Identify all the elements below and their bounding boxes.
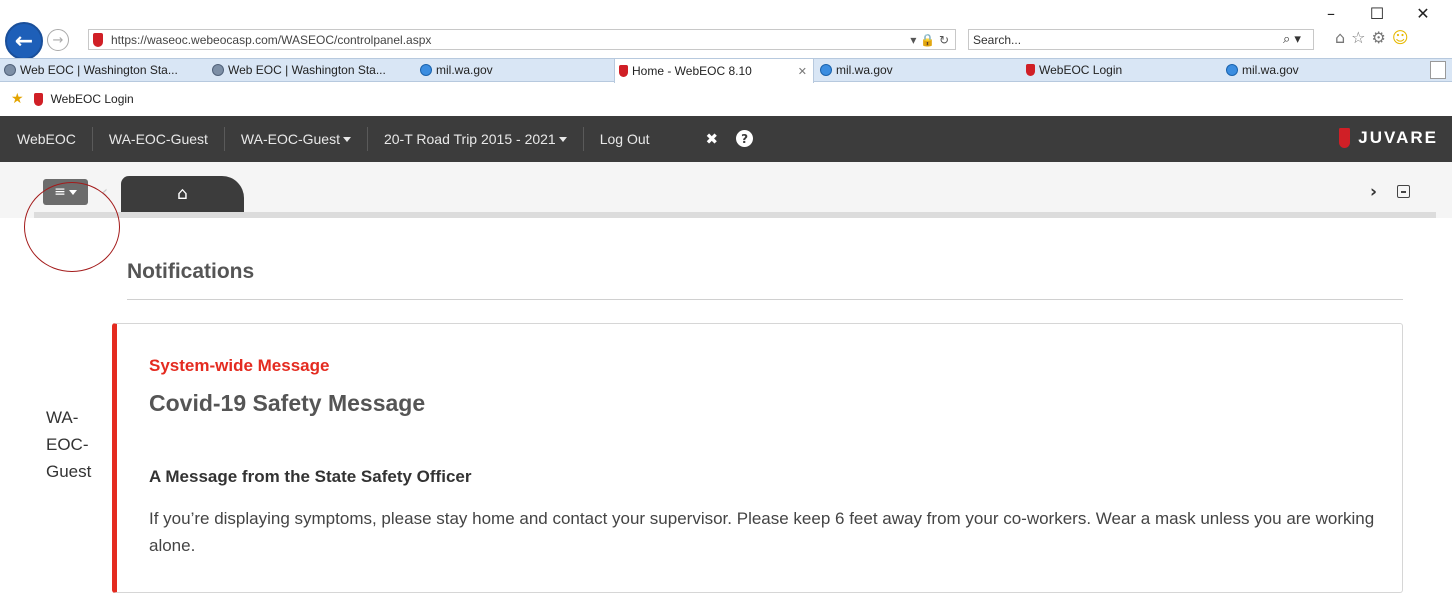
sidebar-user-name: WA- EOC- Guest xyxy=(46,404,106,485)
nav-icon-group: ✖ ? xyxy=(706,130,754,148)
globe-icon xyxy=(4,64,16,76)
tab-label: Home - WebEOC 8.10 xyxy=(632,64,752,78)
maximize-button[interactable]: ☐ xyxy=(1354,2,1400,24)
home-tab[interactable]: ⌂ xyxy=(121,176,244,212)
juvare-logo-mark-icon xyxy=(1339,128,1351,148)
address-tools[interactable]: ▾ 🔒 ↻ xyxy=(910,33,955,47)
tab-label: Web EOC | Washington Sta... xyxy=(228,63,386,77)
browser-tab-active[interactable]: Home - WebEOC 8.10 ✕ xyxy=(614,59,814,83)
scroll-tabs-right-icon[interactable]: › xyxy=(1370,182,1377,202)
nav-label: WA-EOC-Guest xyxy=(108,131,208,147)
arrow-right-icon: → xyxy=(52,32,64,48)
ie-icon xyxy=(420,64,432,76)
globe-icon xyxy=(212,64,224,76)
nav-label: 20-T Road Trip 2015 - 2021 xyxy=(383,131,556,147)
tab-label: Web EOC | Washington Sta... xyxy=(20,63,178,77)
settings-gear-icon[interactable]: ⚙ xyxy=(1372,28,1386,47)
user-line: EOC- xyxy=(46,435,89,454)
close-window-button[interactable]: ✕ xyxy=(1400,2,1446,24)
nav-label: WebEOC xyxy=(17,131,76,147)
user-line: Guest xyxy=(46,462,92,481)
notification-card: System-wide Message Covid-19 Safety Mess… xyxy=(112,323,1403,593)
chevron-down-icon xyxy=(342,136,351,142)
nav-label: Log Out xyxy=(599,131,650,147)
feedback-smiley-icon[interactable]: ☺ xyxy=(1392,28,1409,47)
notification-type: System-wide Message xyxy=(149,356,330,375)
search-placeholder: Search... xyxy=(973,32,1022,47)
forward-button[interactable]: → xyxy=(47,29,69,51)
tab-strip-underline xyxy=(34,212,1436,218)
search-input[interactable]: Search... ⌕ ▾ xyxy=(968,29,1314,50)
tab-label: mil.wa.gov xyxy=(1242,63,1299,77)
favorites-bar: ★ WebEOC Login xyxy=(0,86,1452,112)
nav-incident-dropdown[interactable]: 20-T Road Trip 2015 - 2021 xyxy=(368,127,584,151)
window-controls: – ☐ ✕ xyxy=(1308,2,1446,24)
browser-tab[interactable]: Web EOC | Washington Sta... xyxy=(0,59,206,81)
annotation-circle xyxy=(24,182,120,272)
notification-body: If you’re displaying symptoms, please st… xyxy=(149,509,1375,555)
user-line: WA- xyxy=(46,408,79,427)
webeoc-favicon-icon xyxy=(33,92,43,106)
ie-icon xyxy=(820,64,832,76)
tab-label: mil.wa.gov xyxy=(836,63,893,77)
browser-tab[interactable]: mil.wa.gov xyxy=(416,59,612,81)
search-icon[interactable]: ⌕ ▾ xyxy=(1283,32,1313,47)
browser-tab[interactable]: mil.wa.gov xyxy=(816,59,1016,81)
back-button[interactable]: ← xyxy=(5,22,43,60)
help-icon[interactable]: ? xyxy=(736,130,754,147)
favorites-star-icon[interactable]: ☆ xyxy=(1351,28,1365,47)
nav-user-position[interactable]: WA-EOC-Guest xyxy=(93,127,225,151)
tab-label: mil.wa.gov xyxy=(436,63,493,77)
browser-tab-bar: Web EOC | Washington Sta... Web EOC | Wa… xyxy=(0,58,1452,83)
webeoc-favicon-icon xyxy=(619,65,628,77)
site-favicon-icon xyxy=(93,32,103,47)
browser-toolbar-icons: ⌂ ☆ ⚙ ☺ xyxy=(1335,28,1409,47)
fullscreen-icon[interactable]: ✖ xyxy=(706,130,719,148)
webeoc-favicon-icon xyxy=(1026,64,1035,76)
browser-tab[interactable]: Web EOC | Washington Sta... xyxy=(208,59,414,81)
minimize-button[interactable]: – xyxy=(1308,2,1354,24)
home-icon[interactable]: ⌂ xyxy=(1335,28,1345,47)
notification-title: Covid-19 Safety Message xyxy=(149,390,426,416)
webeoc-navbar: WebEOC WA-EOC-Guest WA-EOC-Guest 20-T Ro… xyxy=(0,116,1452,162)
page-title: Notifications xyxy=(127,260,255,283)
add-favorite-star-icon[interactable]: ★ xyxy=(11,91,24,107)
tab-list-menu-icon[interactable] xyxy=(1397,185,1410,198)
browser-tab[interactable]: WebEOC Login xyxy=(1022,59,1218,81)
juvare-logo: JUVARE xyxy=(1339,128,1438,148)
chevron-down-icon xyxy=(558,136,567,142)
nav-position-dropdown[interactable]: WA-EOC-Guest xyxy=(225,127,368,151)
tab-label: WebEOC Login xyxy=(1039,63,1123,77)
title-divider xyxy=(127,299,1403,300)
browser-tab[interactable]: mil.wa.gov xyxy=(1222,59,1418,81)
nav-label: WA-EOC-Guest xyxy=(240,131,340,147)
close-tab-icon[interactable]: ✕ xyxy=(798,65,807,78)
url-text[interactable]: https://waseoc.webeocasp.com/WASEOC/cont… xyxy=(111,33,910,47)
favorite-link-webeoc-login[interactable]: WebEOC Login xyxy=(51,92,134,106)
address-bar[interactable]: https://waseoc.webeocasp.com/WASEOC/cont… xyxy=(88,29,956,50)
notification-subheading: A Message from the State Safety Officer xyxy=(149,467,472,486)
nav-logout[interactable]: Log Out xyxy=(584,127,666,151)
brand-name: JUVARE xyxy=(1358,128,1438,147)
nav-webeoc[interactable]: WebEOC xyxy=(0,127,93,151)
arrow-left-icon: ← xyxy=(14,28,34,54)
ie-icon xyxy=(1226,64,1238,76)
new-tab-button[interactable] xyxy=(1430,61,1446,79)
home-icon: ⌂ xyxy=(177,184,188,204)
